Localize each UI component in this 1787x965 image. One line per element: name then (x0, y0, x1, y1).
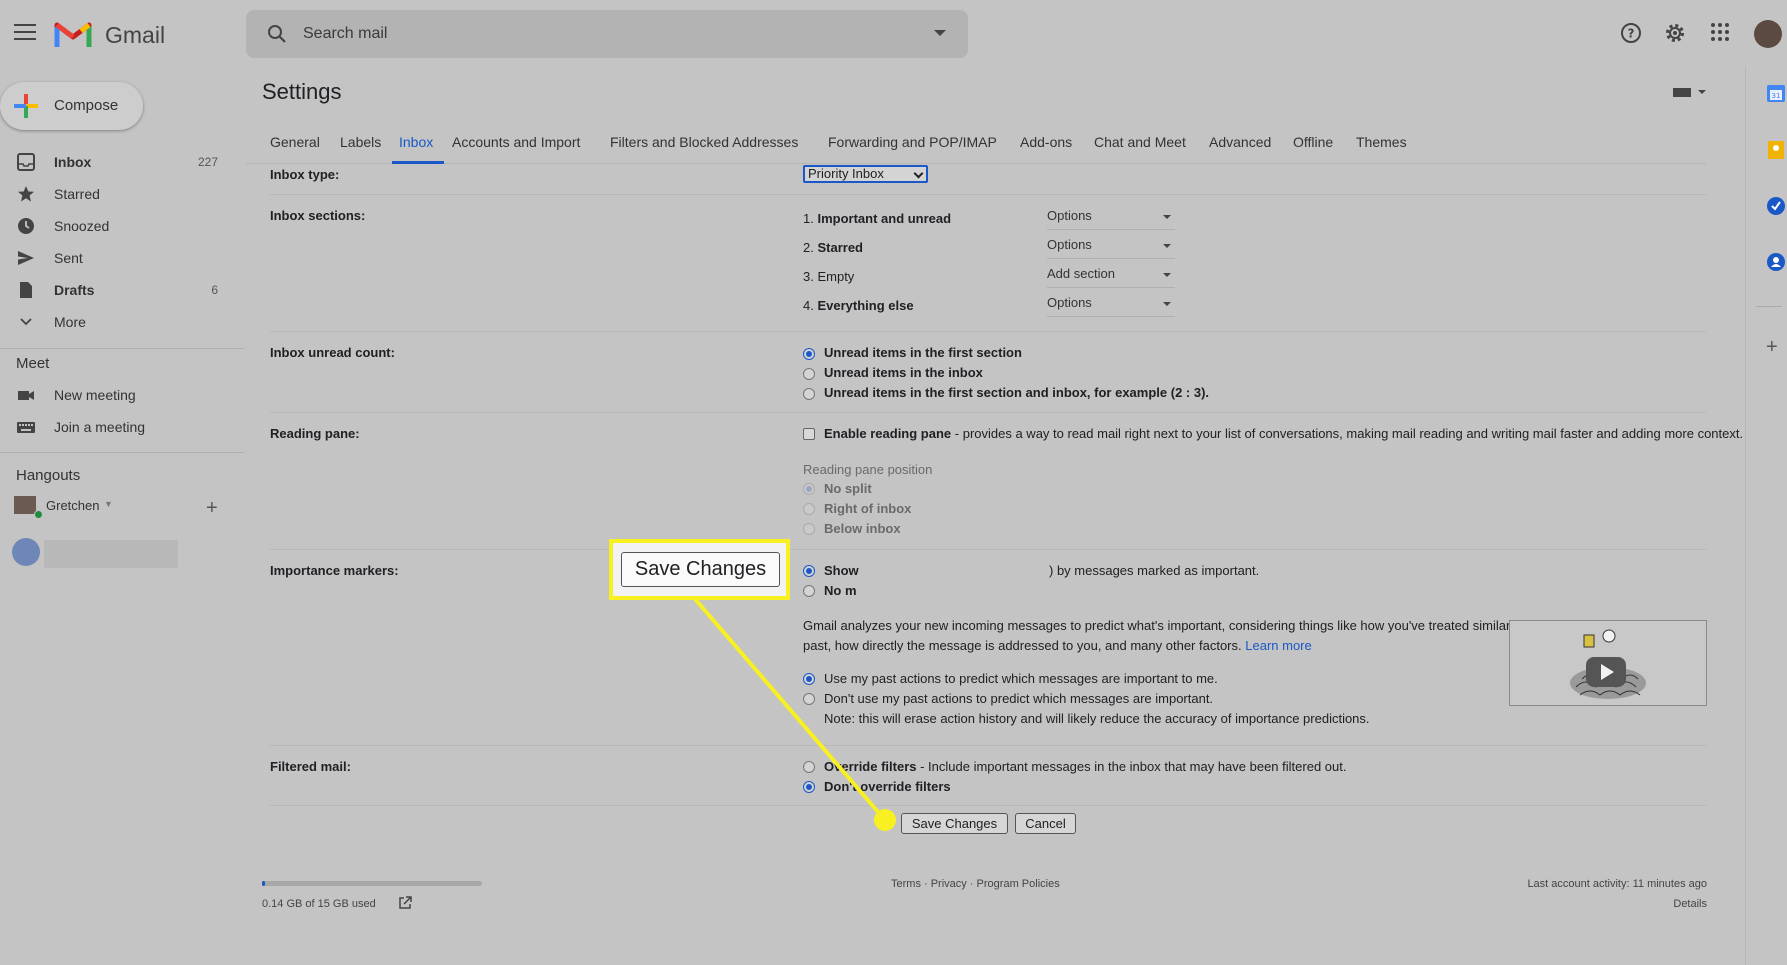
save-changes-callout: Save Changes (609, 539, 790, 600)
callout-save-changes-label: Save Changes (621, 552, 780, 587)
callout-pointer-dot (874, 809, 896, 831)
